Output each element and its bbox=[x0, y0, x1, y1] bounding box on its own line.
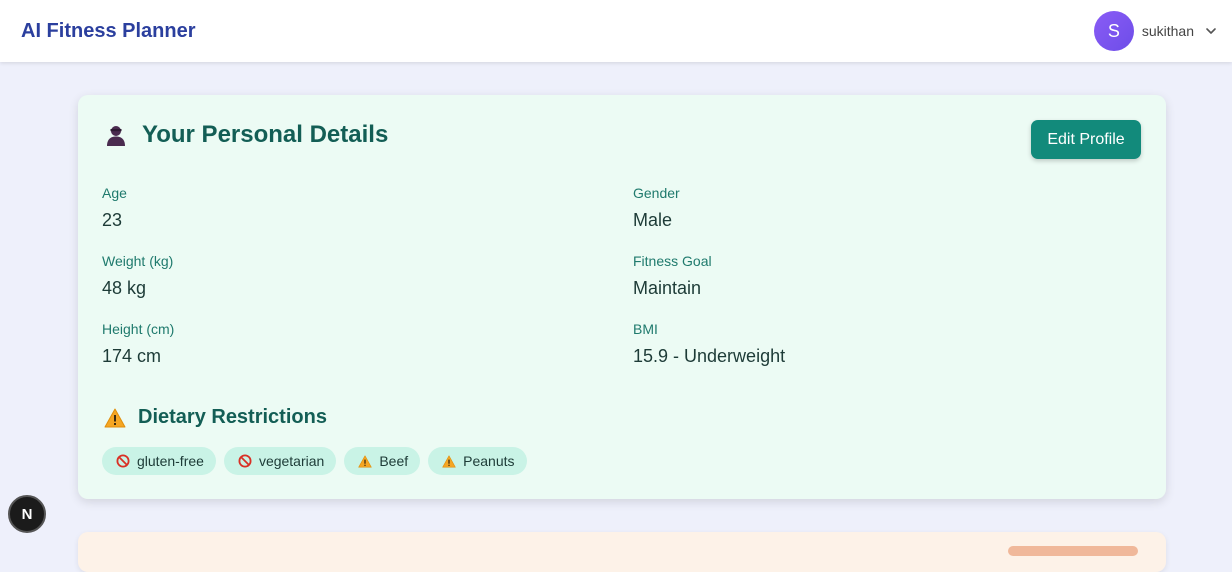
chevron-down-icon[interactable] bbox=[1204, 24, 1218, 38]
field-value: Male bbox=[633, 210, 673, 230]
field-label: Weight (kg) bbox=[102, 253, 174, 269]
field-value: 174 cm bbox=[102, 346, 162, 366]
prohibited-icon bbox=[238, 454, 252, 468]
field-label: BMI bbox=[633, 321, 658, 337]
personal-details-card: Your Personal Details Edit Profile Age 2… bbox=[78, 95, 1166, 499]
next-card-button[interactable] bbox=[1008, 546, 1138, 556]
field-value: 23 bbox=[102, 210, 123, 230]
field-gender: Gender Male bbox=[633, 185, 680, 231]
dev-tools-badge[interactable]: N bbox=[8, 495, 46, 533]
dietary-chips: gluten-free vegetarian Beef Peanuts bbox=[102, 447, 535, 475]
chip-label: gluten-free bbox=[137, 453, 204, 469]
field-label: Height (cm) bbox=[102, 321, 175, 337]
card-header: Your Personal Details bbox=[104, 121, 388, 149]
warning-icon bbox=[358, 454, 373, 468]
prohibited-icon bbox=[116, 454, 130, 468]
next-card bbox=[78, 532, 1166, 572]
username: sukithan bbox=[1141, 23, 1194, 39]
top-nav-bar: AI Fitness Planner S sukithan bbox=[0, 0, 1232, 62]
app-title[interactable]: AI Fitness Planner bbox=[21, 20, 196, 43]
edit-profile-button[interactable]: Edit Profile bbox=[1031, 120, 1141, 159]
chip-label: Beef bbox=[379, 453, 409, 469]
warning-icon bbox=[442, 454, 456, 468]
dietary-title: Dietary Restrictions bbox=[138, 406, 327, 428]
field-value: 48 kg bbox=[102, 278, 147, 298]
field-value: Maintain bbox=[633, 278, 702, 298]
field-bmi: BMI 15.9 - Underweight bbox=[633, 321, 785, 367]
chip-label: Peanuts bbox=[463, 453, 515, 469]
chip-peanuts[interactable]: Peanuts bbox=[428, 447, 527, 475]
field-height: Height (cm) 174 cm bbox=[102, 321, 174, 367]
field-age: Age 23 bbox=[102, 185, 127, 231]
field-value: 15.9 - Underweight bbox=[633, 346, 786, 366]
chip-label: vegetarian bbox=[258, 453, 325, 469]
avatar[interactable]: S bbox=[1093, 11, 1134, 51]
warning-icon bbox=[104, 408, 126, 427]
field-label: Gender bbox=[633, 185, 680, 201]
field-label: Age bbox=[102, 185, 127, 201]
card-title: Your Personal Details bbox=[142, 121, 389, 148]
dietary-header: Dietary Restrictions bbox=[104, 406, 327, 429]
chip-vegetarian[interactable]: vegetarian bbox=[223, 447, 337, 475]
field-fitness-goal: Fitness Goal Maintain bbox=[633, 253, 712, 299]
chip-gluten-free[interactable]: gluten-free bbox=[102, 447, 216, 475]
person-icon bbox=[107, 126, 125, 146]
chip-beef[interactable]: Beef bbox=[344, 447, 421, 475]
field-weight: Weight (kg) 48 kg bbox=[102, 253, 173, 299]
field-label: Fitness Goal bbox=[633, 253, 712, 269]
user-menu[interactable]: S sukithan bbox=[1093, 11, 1218, 51]
